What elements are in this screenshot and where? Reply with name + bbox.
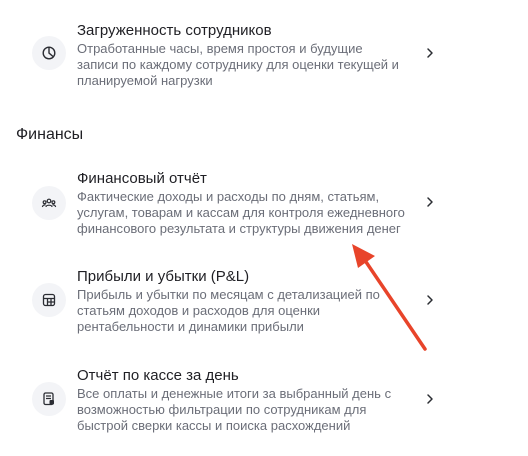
users-icon: [32, 186, 66, 220]
report-description: Фактические доходы и расходы по дням, ст…: [77, 189, 405, 236]
report-description: Прибыль и убытки по месяцам с детализаци…: [77, 287, 380, 334]
chevron-right-icon: [427, 394, 433, 404]
report-item-profit-loss[interactable]: Прибыли и убытки (P&L) Прибыль и убытки …: [0, 258, 528, 342]
report-item-financial-report[interactable]: Финансовый отчёт Фактические доходы и ра…: [0, 160, 528, 244]
report-description: Все оплаты и денежные итоги за выбранный…: [77, 386, 392, 433]
pie-chart-icon: [32, 36, 66, 70]
report-item-daily-cash[interactable]: Отчёт по кассе за день Все оплаты и дене…: [0, 356, 528, 446]
section-title-finance: Финансы: [16, 126, 84, 143]
chevron-right-icon: [427, 295, 433, 305]
table-icon: [32, 283, 66, 317]
report-title: Отчёт по кассе за день: [77, 367, 239, 384]
chevron-right-icon: [427, 48, 433, 58]
report-title: Финансовый отчёт: [77, 170, 207, 187]
report-description: Отработанные часы, время простоя и будущ…: [77, 41, 399, 88]
report-title: Загруженность сотрудников: [77, 22, 272, 39]
report-title: Прибыли и убытки (P&L): [77, 268, 250, 285]
receipt-icon: [32, 382, 66, 416]
chevron-right-icon: [427, 197, 433, 207]
report-item-employee-load[interactable]: Загруженность сотрудников Отработанные ч…: [0, 0, 528, 110]
